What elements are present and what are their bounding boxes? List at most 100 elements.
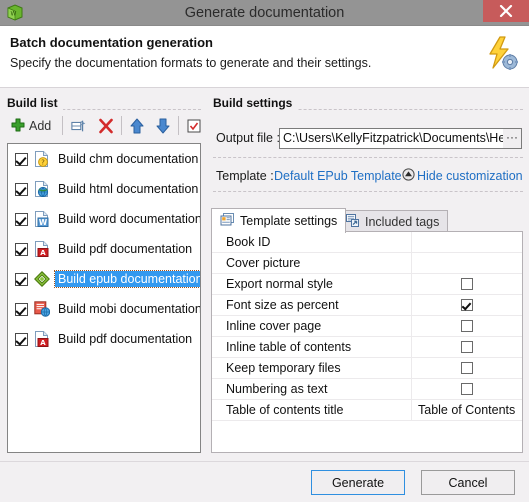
list-item-checkbox[interactable] <box>15 182 28 196</box>
list-item-checkbox[interactable] <box>15 302 28 316</box>
header-title: Batch documentation generation <box>10 35 213 50</box>
settings-row-value[interactable] <box>412 316 522 337</box>
settings-row[interactable]: Font size as percent <box>212 294 522 316</box>
settings-row-label: Numbering as text <box>212 378 412 400</box>
settings-row[interactable]: Book ID <box>212 231 522 253</box>
arrow-down-icon[interactable] <box>152 114 174 138</box>
toolbar-separator <box>62 116 63 135</box>
arrow-up-icon[interactable] <box>126 114 148 138</box>
add-button[interactable]: Add <box>6 114 58 138</box>
settings-row[interactable]: Inline cover page <box>212 315 522 337</box>
build-list-section-label: Build list <box>7 96 63 110</box>
settings-row-label: Inline table of contents <box>212 336 412 358</box>
header-subtitle: Specify the documentation formats to gen… <box>10 56 372 70</box>
close-icon[interactable] <box>483 0 529 22</box>
list-item-label: Build html documentation <box>58 182 199 196</box>
settings-row-label: Font size as percent <box>212 294 412 316</box>
cancel-button[interactable]: Cancel <box>421 470 515 495</box>
settings-row-label: Export normal style <box>212 273 412 295</box>
included-tags-icon <box>345 213 360 231</box>
list-item-label: Build chm documentation <box>58 152 199 166</box>
settings-row[interactable]: Table of contents title Table of Contents <box>212 399 522 421</box>
epub-file-icon <box>34 271 50 287</box>
template-settings-icon <box>220 212 235 230</box>
settings-row[interactable]: Cover picture <box>212 252 522 274</box>
build-list-box[interactable]: ? Build chm documentation Build html docum… <box>7 143 201 453</box>
title-bar: W Generate documentation <box>0 0 529 26</box>
settings-checkbox[interactable] <box>461 299 473 311</box>
window-title: Generate documentation <box>184 5 345 21</box>
settings-row-label: Keep temporary files <box>212 357 412 379</box>
list-item[interactable]: A Build pdf documentation <box>8 234 200 264</box>
plus-icon <box>10 117 26 136</box>
list-item[interactable]: ? Build chm documentation <box>8 144 200 174</box>
template-value-link[interactable]: Default EPub Template <box>274 169 402 183</box>
svg-text:?: ? <box>41 159 45 167</box>
list-item-checkbox[interactable] <box>15 332 28 346</box>
pdf-file-icon: A <box>34 241 50 257</box>
settings-checkbox[interactable] <box>461 341 473 353</box>
settings-row[interactable]: Numbering as text <box>212 378 522 400</box>
tab-template-settings-label: Template settings <box>240 214 338 228</box>
build-settings-section-label: Build settings <box>213 96 298 110</box>
settings-row-value[interactable] <box>412 253 522 274</box>
lightning-gear-icon <box>483 35 519 71</box>
settings-row[interactable]: Keep temporary files <box>212 357 522 379</box>
settings-row-value[interactable] <box>412 337 522 358</box>
pdf-file-icon: A <box>34 331 50 347</box>
tab-template-settings[interactable]: Template settings <box>211 208 347 233</box>
settings-row[interactable]: Inline table of contents <box>212 336 522 358</box>
mobi-file-icon <box>34 301 51 317</box>
footer-divider <box>0 461 529 462</box>
check-all-icon[interactable] <box>183 114 205 138</box>
chm-file-icon: ? <box>34 151 50 167</box>
list-item[interactable]: Build html documentation <box>8 174 200 204</box>
settings-row-value[interactable] <box>412 379 522 400</box>
list-item-label: Build mobi documentation <box>58 302 201 316</box>
settings-checkbox[interactable] <box>461 278 473 290</box>
list-item-checkbox[interactable] <box>15 212 28 226</box>
hide-customization-link[interactable]: Hide customization <box>417 169 523 183</box>
word-file-icon: W <box>34 211 50 227</box>
output-file-input[interactable]: C:\Users\KellyFitzpatrick\Documents\Help… <box>279 128 504 149</box>
settings-tabstrip: Template settings Included tags <box>211 208 523 233</box>
delete-x-icon[interactable] <box>94 114 118 138</box>
list-item-label: Build word documentation <box>58 212 201 226</box>
settings-row-value[interactable] <box>412 295 522 316</box>
header-band: Batch documentation generation Specify t… <box>0 26 529 88</box>
settings-checkbox[interactable] <box>461 362 473 374</box>
toolbar-separator-3 <box>178 116 179 135</box>
settings-row-value[interactable] <box>412 274 522 295</box>
list-item-checkbox[interactable] <box>15 242 28 256</box>
list-item[interactable]: A Build pdf documentation <box>8 324 200 354</box>
list-item-checkbox[interactable] <box>15 272 28 286</box>
list-item-checkbox[interactable] <box>15 152 28 166</box>
settings-row-label: Inline cover page <box>212 315 412 337</box>
html-file-icon <box>34 181 50 198</box>
list-item[interactable]: Build mobi documentation <box>8 294 200 324</box>
toolbar-separator-2 <box>121 116 122 135</box>
settings-row-value[interactable] <box>412 232 522 253</box>
svg-text:W: W <box>39 218 48 227</box>
settings-row-label: Book ID <box>212 231 412 253</box>
settings-checkbox[interactable] <box>461 320 473 332</box>
svg-text:A: A <box>40 249 46 257</box>
browse-button[interactable]: ··· <box>503 128 522 149</box>
settings-row-label: Cover picture <box>212 252 412 274</box>
add-button-label: Add <box>29 119 52 133</box>
rename-icon[interactable] <box>67 114 91 138</box>
list-item-label: Build pdf documentation <box>58 242 193 256</box>
list-item[interactable]: Build epub documentation <box>8 264 200 294</box>
settings-row-value[interactable]: Table of Contents <box>412 400 522 421</box>
settings-checkbox[interactable] <box>461 383 473 395</box>
svg-text:A: A <box>40 339 46 347</box>
list-item[interactable]: W Build word documentation <box>8 204 200 234</box>
settings-row[interactable]: Export normal style <box>212 273 522 295</box>
output-divider <box>213 157 523 158</box>
tab-included-tags-label: Included tags <box>365 214 440 229</box>
template-divider <box>213 191 523 192</box>
tab-included-tags[interactable]: Included tags <box>336 210 449 232</box>
collapse-up-icon <box>402 168 415 181</box>
settings-row-value[interactable] <box>412 358 522 379</box>
generate-button[interactable]: Generate <box>311 470 405 495</box>
